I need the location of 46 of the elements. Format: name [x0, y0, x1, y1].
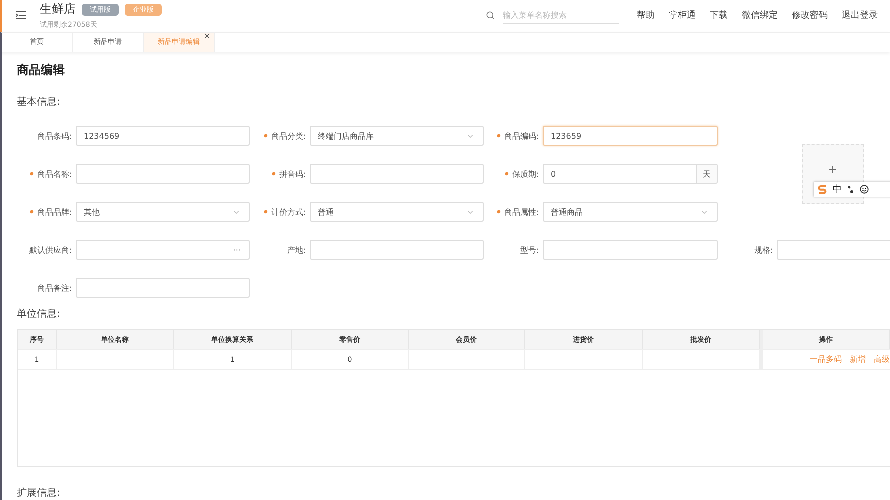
header-link[interactable]: 退出登录	[842, 9, 878, 22]
field-label: 商品编码:	[504, 130, 539, 142]
input-field[interactable]: 0 天	[543, 164, 718, 184]
field-label: 默认供应商:	[29, 244, 72, 256]
field-label: 型号:	[520, 244, 539, 256]
field-label: 商品品牌:	[37, 206, 72, 218]
input-field[interactable]: 1234569	[76, 126, 250, 146]
menu-icon[interactable]	[16, 11, 26, 20]
header-link[interactable]: 掌柜通	[669, 9, 696, 22]
field-label: 商品名称:	[37, 168, 72, 180]
ime-logo-icon	[818, 184, 827, 194]
field-label: 商品备注:	[37, 282, 72, 294]
select-field[interactable]: 终端门店商品库	[310, 126, 484, 146]
select-field[interactable]: 普通	[310, 202, 484, 222]
select-field[interactable]: 普通商品	[543, 202, 718, 222]
field-label: 保质期:	[512, 168, 539, 180]
header-link[interactable]: 下载	[710, 9, 728, 22]
smiley-icon[interactable]	[860, 185, 869, 194]
input-field[interactable]	[76, 278, 250, 298]
select-field[interactable]: 其他	[76, 202, 250, 222]
section-title: 扩展信息:	[17, 486, 62, 500]
close-icon[interactable]: ×	[203, 32, 211, 42]
input-field[interactable]	[310, 164, 484, 184]
field-label: 商品分类:	[271, 130, 306, 142]
input-field[interactable]	[777, 240, 890, 260]
input-field[interactable]: 123659	[543, 126, 718, 146]
section-title: 单位信息:	[17, 308, 62, 321]
unit-addon: 天	[696, 165, 717, 183]
field-label: 拼音码:	[279, 168, 306, 180]
section-title: 基本信息:	[17, 96, 62, 109]
input-field[interactable]	[76, 164, 250, 184]
field-label: 计价方式:	[271, 206, 306, 218]
search-icon	[486, 11, 495, 20]
header-link[interactable]: 帮助	[637, 9, 655, 22]
ime-mode[interactable]: 中	[833, 183, 842, 196]
field-label: 商品条码:	[37, 130, 72, 142]
store-name: 生鲜店	[40, 1, 76, 18]
punctuation-icon[interactable]	[848, 186, 854, 194]
page-title: 商品编辑	[17, 62, 66, 79]
header-link[interactable]: 微信绑定	[742, 9, 778, 22]
field-label: 产地:	[287, 244, 306, 256]
header-link[interactable]: 修改密码	[792, 9, 828, 22]
input-field[interactable]	[543, 240, 718, 260]
field-label: 规格:	[754, 244, 773, 256]
field-label: 商品属性:	[504, 206, 539, 218]
input-field[interactable]	[310, 240, 484, 260]
